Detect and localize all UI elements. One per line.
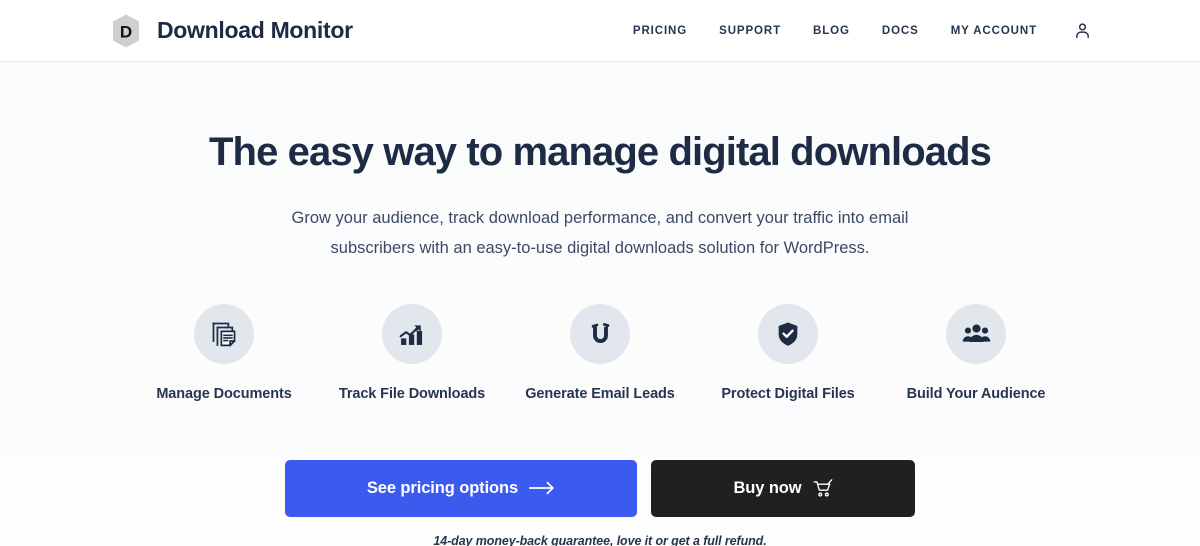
see-pricing-options-label: See pricing options <box>366 478 519 497</box>
shield-check-icon <box>758 303 818 364</box>
see-pricing-options-button[interactable]: See pricing options <box>285 459 637 517</box>
nav-link-blog[interactable]: BLOG <box>797 25 866 37</box>
hero-section: The easy way to manage digital downloads… <box>0 62 1200 546</box>
bar-chart-trend-icon <box>382 303 442 364</box>
feature-item-track-file-downloads[interactable]: Track File Downloads <box>318 303 506 402</box>
feature-list: Manage Documents Track File Downloads Ge… <box>0 303 1200 402</box>
hero-subtitle: Grow your audience, track download perfo… <box>250 203 950 264</box>
buy-now-label: Buy now <box>733 478 802 497</box>
feature-label: Track File Downloads <box>338 385 486 402</box>
nav-link-docs[interactable]: DOCS <box>866 25 935 37</box>
hexagon-badge-icon: D <box>108 13 144 49</box>
feature-label: Protect Digital Files <box>721 385 855 402</box>
nav-link-my-account[interactable]: MY ACCOUNT <box>935 25 1053 37</box>
feature-item-build-your-audience[interactable]: Build Your Audience <box>882 303 1070 402</box>
brand-logo[interactable]: D Download Monitor <box>108 13 353 49</box>
nav-link-support[interactable]: SUPPORT <box>703 25 797 37</box>
brand-name: Download Monitor <box>157 17 353 43</box>
people-group-icon <box>946 303 1006 364</box>
buy-now-button[interactable]: Buy now <box>651 459 915 517</box>
nav-link-pricing[interactable]: PRICING <box>617 25 703 37</box>
feature-item-protect-digital-files[interactable]: Protect Digital Files <box>694 303 882 402</box>
person-icon[interactable] <box>1073 21 1092 40</box>
svg-text:D: D <box>120 22 132 41</box>
feature-item-generate-email-leads[interactable]: Generate Email Leads <box>506 303 694 402</box>
feature-item-manage-documents[interactable]: Manage Documents <box>130 303 318 402</box>
main-navigation: PRICING SUPPORT BLOG DOCS MY ACCOUNT <box>617 21 1092 40</box>
site-header: D Download Monitor PRICING SUPPORT BLOG … <box>0 0 1200 62</box>
shopping-cart-icon <box>812 478 833 498</box>
feature-label: Generate Email Leads <box>525 385 675 402</box>
hero-subtitle-line-2: subscribers with an easy-to-use digital … <box>330 239 870 258</box>
cta-button-row: See pricing options Buy now <box>0 459 1200 517</box>
feature-label: Manage Documents <box>156 385 292 402</box>
arrow-right-icon <box>529 481 555 495</box>
money-back-guarantee-text: 14-day money-back guarantee, love it or … <box>433 533 767 546</box>
page-title: The easy way to manage digital downloads <box>209 130 992 174</box>
feature-label: Build Your Audience <box>906 385 1046 402</box>
hero-subtitle-line-1: Grow your audience, track download perfo… <box>291 208 909 227</box>
documents-stack-icon <box>194 303 254 364</box>
magnet-icon <box>570 303 630 364</box>
